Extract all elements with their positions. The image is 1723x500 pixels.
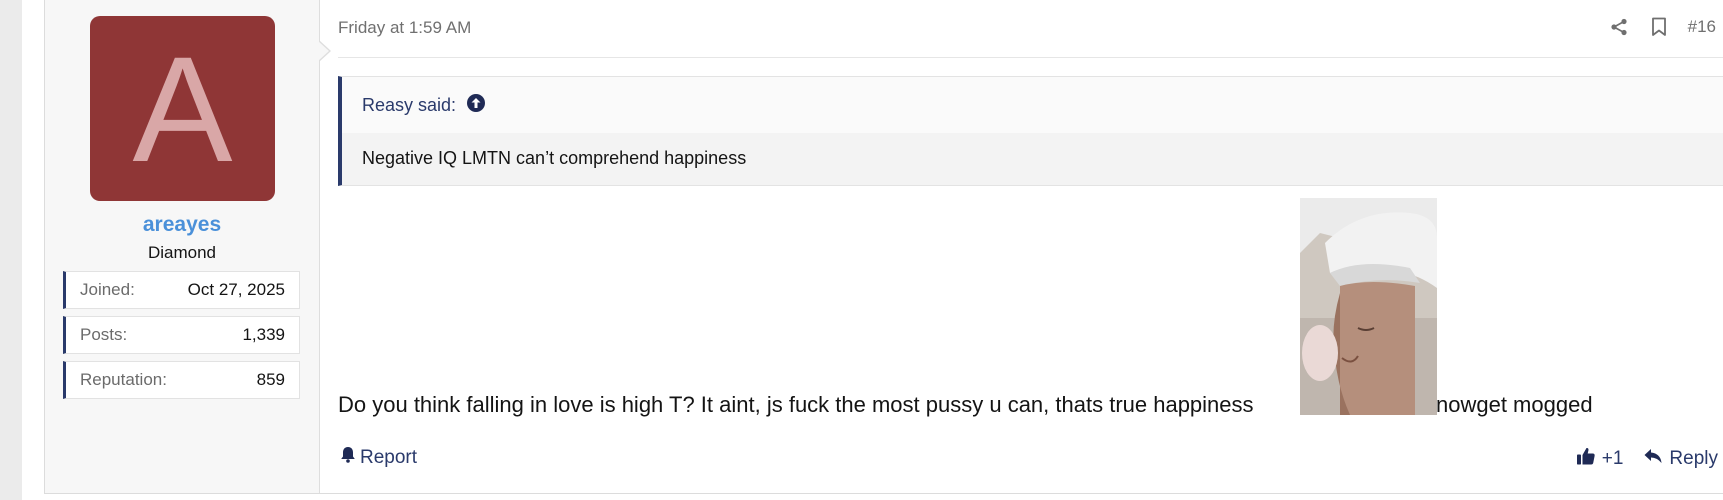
report-link[interactable]: Report — [340, 446, 417, 469]
avatar[interactable]: A — [90, 16, 275, 201]
arrow-up-circle-icon[interactable] — [466, 93, 486, 118]
post-date[interactable]: Friday at 1:59 AM — [338, 18, 471, 38]
post-header-actions: #16 — [1608, 16, 1716, 38]
quote-block: Reasy said: Negative IQ LMTN can’t compr… — [338, 76, 1723, 186]
reply-label[interactable]: Reply — [1669, 448, 1718, 470]
forum-post: A areayes Diamond Joined: Oct 27, 2025 P… — [44, 0, 1723, 494]
user-info-panel: A areayes Diamond Joined: Oct 27, 2025 P… — [45, 0, 320, 493]
post-number-link[interactable]: #16 — [1688, 17, 1716, 37]
stat-label: Reputation: — [80, 370, 167, 389]
quote-author[interactable]: Reasy said: — [362, 95, 456, 116]
share-icon[interactable] — [1608, 16, 1630, 38]
avatar-letter: A — [132, 24, 233, 193]
stat-value: 859 — [256, 370, 285, 389]
stat-joined: Joined: Oct 27, 2025 — [63, 271, 300, 309]
bookmark-icon[interactable] — [1648, 16, 1670, 38]
stat-posts: Posts: 1,339 — [63, 316, 300, 354]
post-footer-actions: +1 Reply — [1576, 446, 1718, 472]
reply-arrow-icon — [1643, 447, 1663, 471]
stat-reputation: Reputation: 859 — [63, 361, 300, 399]
username-link[interactable]: areayes — [45, 213, 319, 237]
user-rank: Diamond — [147, 243, 217, 262]
like-count: +1 — [1601, 448, 1624, 469]
thumbs-up-icon — [1576, 446, 1596, 472]
message-text: Do you think falling in love is high T? … — [338, 392, 1254, 417]
quote-text: Negative IQ LMTN can’t comprehend happin… — [362, 148, 747, 168]
stat-value: Oct 27, 2025 — [187, 280, 285, 299]
reply-button[interactable]: Reply — [1643, 447, 1718, 471]
message-text-continued: nowget mogged — [1436, 392, 1593, 417]
quote-body: Negative IQ LMTN can’t comprehend happin… — [342, 133, 1723, 185]
report-label[interactable]: Report — [360, 447, 417, 469]
left-rail — [0, 0, 22, 500]
bell-icon — [340, 446, 356, 469]
stat-label: Joined: — [80, 280, 135, 299]
like-button[interactable]: +1 — [1576, 446, 1624, 472]
quote-header[interactable]: Reasy said: — [362, 93, 486, 118]
header-divider — [338, 57, 1723, 58]
post-content: Friday at 1:59 AM #16 Reasy said: Negati… — [338, 0, 1723, 493]
stat-label: Posts: — [80, 325, 128, 344]
stat-value: 1,339 — [242, 325, 285, 344]
user-panel-pointer-fill — [318, 41, 329, 61]
embedded-image[interactable] — [1300, 198, 1437, 415]
